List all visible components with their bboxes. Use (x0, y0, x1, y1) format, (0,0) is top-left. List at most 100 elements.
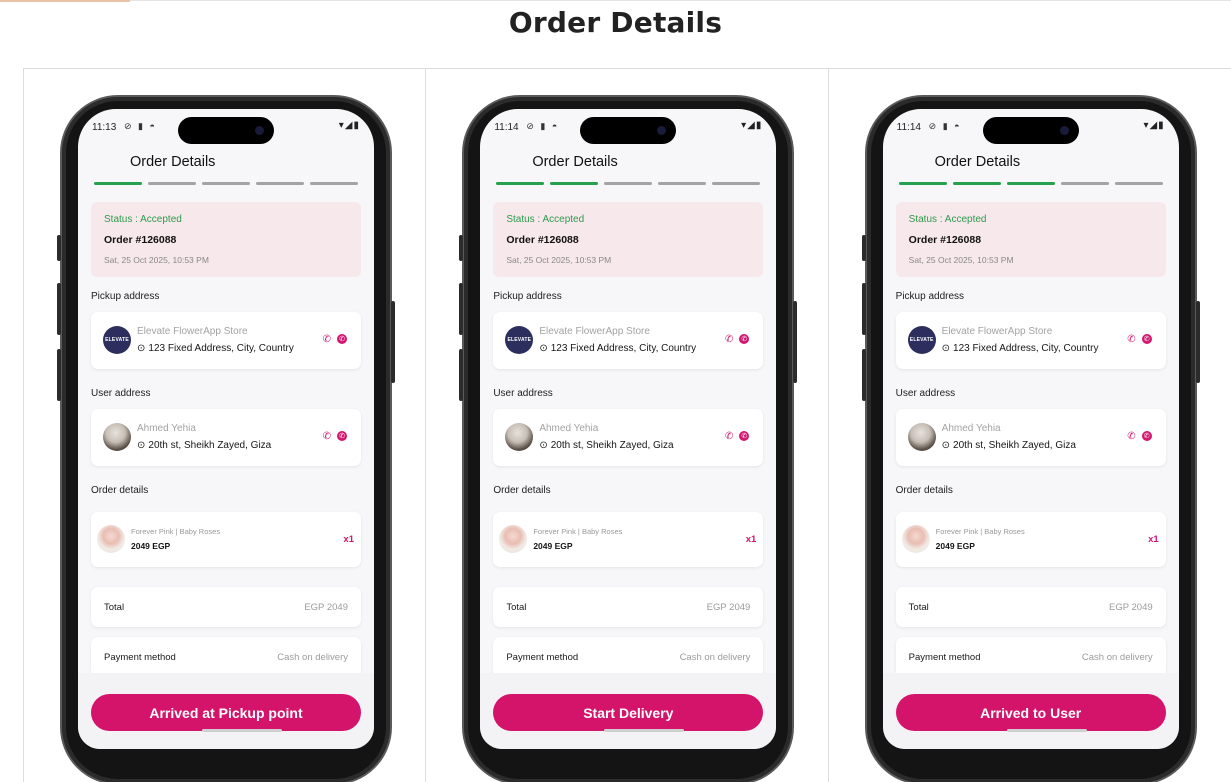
call-icon[interactable]: ✆ (323, 334, 331, 345)
phones-grid: 11:13 ⊘ ▮ ◓ ▾◢▮ Order Details Status : A… (23, 68, 1231, 782)
screen-title: Order Details (934, 154, 1021, 170)
user-address-label: User address (91, 388, 151, 399)
total-value: EGP 2049 (1108, 602, 1153, 613)
product-price: 2049 EGP (533, 541, 573, 551)
pickup-address-card[interactable]: ELEVATE Elevate FlowerApp Store ⊙ 123 Fix… (895, 312, 1166, 369)
order-item-card[interactable]: Forever Pink | Baby Roses 2049 EGP x1 (895, 512, 1166, 567)
location-pin-icon: ⊙ (941, 343, 951, 354)
user-address: 20th st, Sheikh Zayed, Giza (148, 440, 272, 451)
power-button (391, 301, 395, 383)
product-image (499, 525, 528, 553)
progress-step-pending (1114, 182, 1163, 185)
call-icon[interactable]: ✆ (323, 431, 331, 442)
home-indicator[interactable] (1006, 729, 1087, 732)
order-details-label: Order details (493, 485, 551, 496)
page: Order Details 11:13 ⊘ ▮ ◓ ▾◢▮ Order Deta… (0, 0, 1231, 782)
phone-frame: 11:14 ⊘ ▮ ◓ ▾◢▮ Order Details Status : A… (459, 95, 798, 782)
progress-step-pending (658, 182, 707, 185)
camera-icon (255, 126, 264, 135)
progress-step-pending (1060, 182, 1109, 185)
product-price: 2049 EGP (935, 541, 975, 551)
call-icon[interactable]: ✆ (725, 431, 733, 442)
store-address-line: ⊙ 123 Fixed Address, City, Country (137, 343, 294, 354)
arrived-at-pickup-button[interactable]: Arrived at Pickup point (91, 694, 361, 731)
phone-screen: 11:14 ⊘ ▮ ◓ ▾◢▮ Order Details Status : A… (480, 109, 777, 749)
volume-up-button (57, 283, 61, 335)
product-price: 2049 EGP (131, 541, 171, 551)
store-name: Elevate FlowerApp Store (137, 326, 248, 337)
progress-step-complete (550, 182, 599, 185)
user-address: 20th st, Sheikh Zayed, Giza (550, 440, 674, 451)
pickup-address-card[interactable]: ELEVATE Elevate FlowerApp Store ⊙ 123 Fix… (91, 312, 361, 369)
payment-label: Payment method (506, 652, 579, 663)
pickup-address-card[interactable]: ELEVATE Elevate FlowerApp Store ⊙ 123 Fix… (493, 312, 764, 369)
whatsapp-icon[interactable]: ✆ (1141, 334, 1152, 344)
pickup-address-label: Pickup address (895, 291, 965, 302)
camera-icon (1059, 126, 1069, 135)
pickup-address-label: Pickup address (91, 291, 160, 302)
location-pin-icon: ⊙ (137, 343, 146, 354)
user-address-card[interactable]: Ahmed Yehia ⊙ 20th st, Sheikh Zayed, Giza… (91, 409, 361, 466)
store-address-line: ⊙ 123 Fixed Address, City, Country (539, 343, 696, 354)
status-bar: 11:13 ⊘ ▮ ◓ ▾◢▮ (78, 109, 374, 145)
store-logo: ELEVATE (505, 326, 534, 354)
progress-step-pending (604, 182, 653, 185)
volume-up-button (459, 283, 464, 335)
order-details-label: Order details (91, 485, 149, 496)
user-address: 20th st, Sheikh Zayed, Giza (953, 440, 1076, 451)
total-value: EGP 2049 (304, 602, 348, 613)
user-name: Ahmed Yehia (539, 423, 599, 434)
whatsapp-icon[interactable]: ✆ (739, 431, 750, 441)
user-avatar (103, 423, 131, 451)
location-pin-icon: ⊙ (539, 440, 548, 451)
signal-battery-icons: ▾◢▮ (741, 120, 763, 131)
store-name: Elevate FlowerApp Store (941, 326, 1053, 337)
product-name: Forever Pink | Baby Roses (533, 527, 623, 536)
whatsapp-icon[interactable]: ✆ (337, 334, 347, 344)
order-item-card[interactable]: Forever Pink | Baby Roses 2049 EGP x1 (493, 512, 764, 567)
user-address-label: User address (493, 388, 553, 399)
progress-step-complete (1006, 182, 1055, 185)
payment-row: Payment method Cash on delivery (493, 637, 764, 677)
notification-icons: ⊘ ▮ ◓ (928, 121, 962, 131)
store-address: 123 Fixed Address, City, Country (148, 343, 294, 354)
total-value: EGP 2049 (706, 602, 751, 613)
power-button (793, 301, 798, 383)
user-address-label: User address (895, 388, 956, 399)
call-icon[interactable]: ✆ (1127, 334, 1135, 345)
arrived-to-user-button[interactable]: Arrived to User (895, 694, 1166, 731)
phone-screen: 11:14 ⊘ ▮ ◓ ▾◢▮ Order Details Status : A… (882, 109, 1179, 749)
volume-up-button (861, 283, 866, 335)
phone-frame: 11:13 ⊘ ▮ ◓ ▾◢▮ Order Details Status : A… (57, 95, 395, 782)
payment-value: Cash on delivery (679, 652, 751, 663)
screen-title: Order Details (532, 154, 618, 170)
silent-switch (459, 235, 464, 261)
payment-row: Payment method Cash on delivery (895, 637, 1166, 677)
phone-cell-3: 11:14 ⊘ ▮ ◓ ▾◢▮ Order Details Status : A… (829, 69, 1231, 782)
order-item-card[interactable]: Forever Pink | Baby Roses 2049 EGP x1 (91, 512, 361, 567)
user-name: Ahmed Yehia (941, 423, 1001, 434)
whatsapp-icon[interactable]: ✆ (337, 431, 347, 441)
call-icon[interactable]: ✆ (1127, 431, 1135, 442)
status-card: Status : Accepted Order #126088 Sat, 25 … (91, 202, 361, 277)
phone-frame: 11:14 ⊘ ▮ ◓ ▾◢▮ Order Details Status : A… (861, 95, 1200, 782)
call-icon[interactable]: ✆ (725, 334, 733, 345)
order-progress (898, 182, 1163, 185)
whatsapp-icon[interactable]: ✆ (1141, 431, 1152, 441)
order-number: Order #126088 (506, 234, 579, 246)
product-quantity: x1 (745, 534, 757, 545)
progress-step-pending (310, 182, 358, 185)
progress-step-complete (898, 182, 947, 185)
home-indicator[interactable] (604, 729, 685, 732)
user-address-card[interactable]: Ahmed Yehia ⊙ 20th st, Sheikh Zayed, Giza… (895, 409, 1166, 466)
user-address-card[interactable]: Ahmed Yehia ⊙ 20th st, Sheikh Zayed, Giza… (493, 409, 764, 466)
volume-down-button (861, 349, 866, 401)
home-indicator[interactable] (202, 729, 282, 732)
pickup-address-label: Pickup address (493, 291, 562, 302)
user-address-line: ⊙ 20th st, Sheikh Zayed, Giza (942, 440, 1076, 451)
start-delivery-button[interactable]: Start Delivery (493, 694, 764, 731)
total-label: Total (104, 602, 125, 613)
store-address: 123 Fixed Address, City, Country (550, 343, 697, 354)
whatsapp-icon[interactable]: ✆ (739, 334, 750, 344)
phone-cell-2: 11:14 ⊘ ▮ ◓ ▾◢▮ Order Details Status : A… (426, 69, 829, 782)
